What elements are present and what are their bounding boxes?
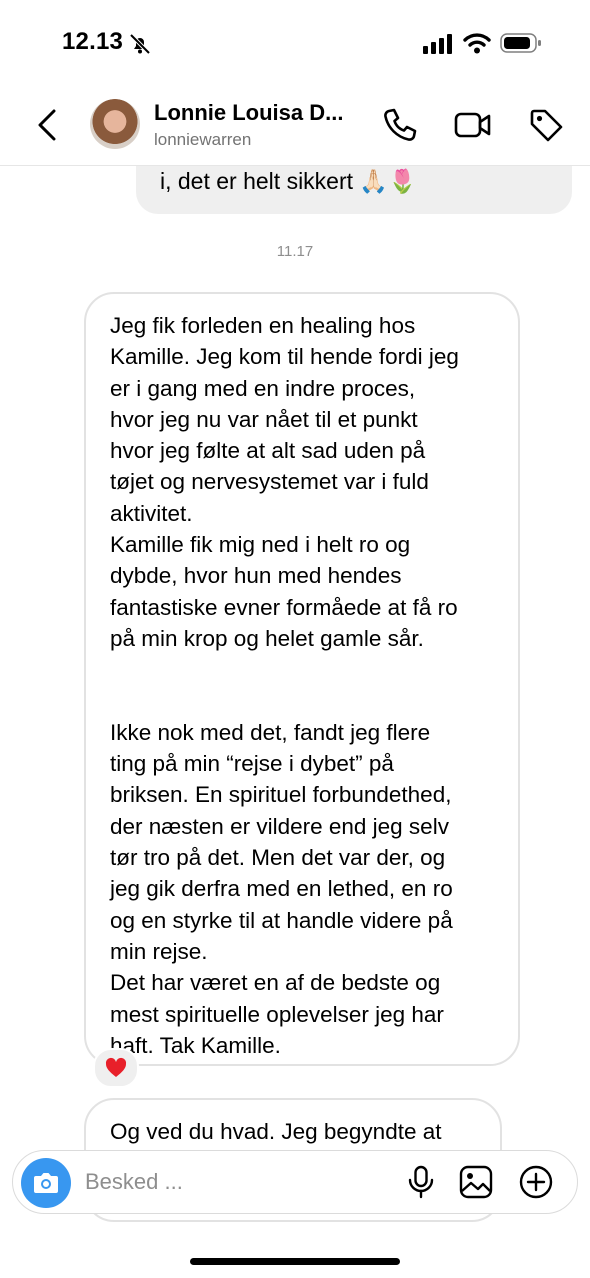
camera-icon	[34, 1173, 58, 1193]
message-text: Jeg fik forleden en healing hos Kamille.…	[110, 313, 459, 1058]
previous-message-text: i, det er helt sikkert 🙏🏻🌷	[160, 168, 417, 194]
camera-button[interactable]	[21, 1158, 71, 1208]
battery-icon	[500, 33, 541, 53]
contact-name[interactable]: Lonnie Louisa D...	[154, 100, 343, 126]
heart-icon	[105, 1057, 127, 1077]
message-timestamp: 11.17	[276, 243, 314, 260]
chevron-left-icon[interactable]	[34, 108, 60, 142]
home-indicator[interactable]	[190, 1258, 400, 1265]
message-input[interactable]: Besked ...	[85, 1169, 183, 1195]
bell-muted-icon	[129, 33, 151, 55]
image-icon[interactable]	[458, 1164, 494, 1200]
avatar[interactable]	[90, 99, 140, 149]
microphone-icon[interactable]	[403, 1164, 439, 1200]
phone-icon[interactable]	[380, 105, 420, 145]
tag-icon[interactable]	[526, 105, 566, 145]
heart-reaction[interactable]	[93, 1048, 139, 1088]
chat-header: Lonnie Louisa D... lonniewarren	[0, 85, 590, 166]
message-composer: Besked ...	[12, 1150, 578, 1214]
wifi-icon	[463, 33, 491, 54]
video-camera-icon[interactable]	[452, 105, 492, 145]
contact-username: lonniewarren	[154, 130, 252, 149]
cellular-signal-icon	[423, 34, 452, 54]
plus-circle-icon[interactable]	[518, 1164, 554, 1200]
status-time: 12.13	[62, 28, 124, 55]
message-text-2: Og ved du hvad. Jeg begyndte at	[110, 1119, 442, 1144]
